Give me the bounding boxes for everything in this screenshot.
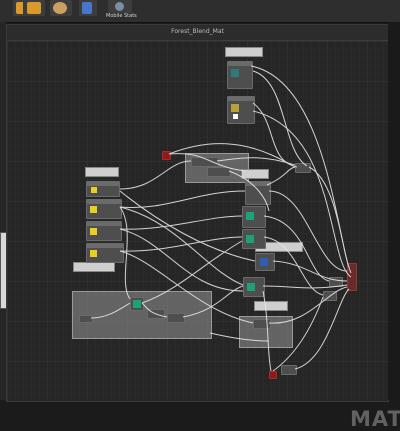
editor-toolbar: Mobile Stats bbox=[0, 0, 400, 23]
wire bbox=[252, 70, 308, 167]
wire bbox=[141, 302, 168, 318]
wire bbox=[182, 285, 244, 318]
settings-icon bbox=[53, 2, 67, 14]
wire bbox=[216, 157, 296, 166]
wire bbox=[90, 302, 131, 319]
right-panel-edge bbox=[388, 22, 400, 400]
wire bbox=[272, 260, 348, 282]
wire bbox=[268, 190, 348, 272]
person-icon bbox=[115, 2, 124, 11]
tool-icon bbox=[27, 2, 41, 14]
material-graph-panel: Forest_Blend_Mat MAT bbox=[6, 24, 400, 431]
toolbar-button-label: Mobile Stats bbox=[106, 13, 137, 19]
wire bbox=[119, 250, 254, 324]
wire bbox=[119, 206, 244, 286]
toolbar-button-4[interactable] bbox=[79, 0, 97, 16]
toolbar-button-5[interactable] bbox=[108, 0, 132, 13]
toolbar-button-2[interactable] bbox=[23, 0, 45, 16]
watermark-text: MATE bbox=[350, 407, 400, 431]
wire bbox=[266, 166, 296, 186]
graph-title-bar: Forest_Blend_Mat bbox=[7, 25, 388, 41]
toolbar-button-3[interactable] bbox=[50, 0, 72, 16]
wire bbox=[262, 284, 348, 289]
connection-wires bbox=[90, 65, 352, 372]
wire bbox=[252, 110, 352, 278]
wire bbox=[141, 240, 243, 304]
wire bbox=[119, 160, 192, 190]
blue-box-icon bbox=[82, 2, 92, 14]
wire bbox=[119, 215, 243, 230]
graph-canvas[interactable]: MATE bbox=[7, 41, 400, 431]
wire bbox=[262, 290, 272, 372]
wire bbox=[168, 153, 246, 172]
wire bbox=[209, 332, 270, 342]
wire bbox=[263, 215, 330, 282]
wire bbox=[272, 296, 324, 372]
graph-title: Forest_Blend_Mat bbox=[171, 28, 224, 35]
